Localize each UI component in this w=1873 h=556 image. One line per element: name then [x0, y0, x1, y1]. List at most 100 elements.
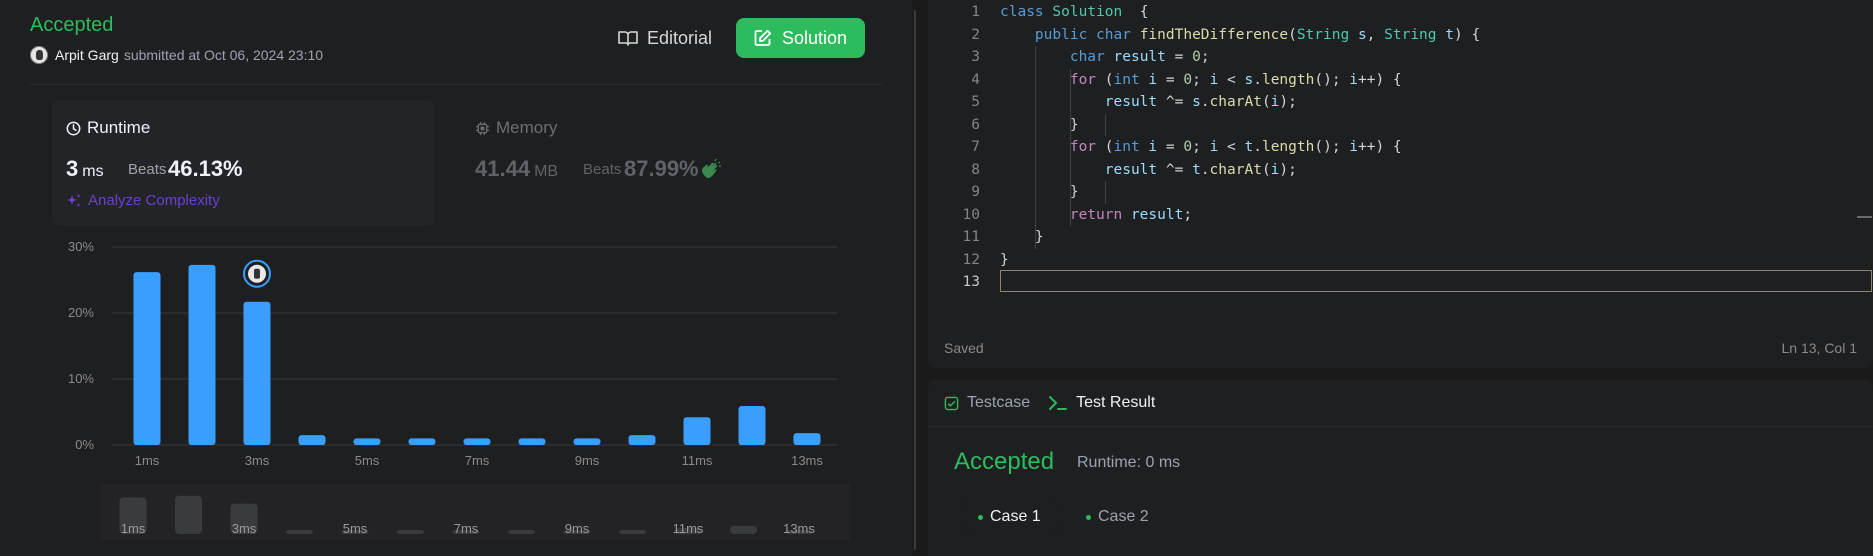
analyze-complexity-link[interactable]: Analyze Complexity — [66, 192, 220, 209]
mini-overview-chart[interactable]: 1ms 3ms 5ms 7ms 9ms 11ms 13ms — [100, 484, 850, 540]
submitter-info: Arpit Garg submitted at Oct 06, 2024 23:… — [30, 46, 323, 64]
x-tick-label: 13ms — [791, 453, 823, 468]
x-tick-label: 9ms — [575, 453, 600, 468]
case-2-tab[interactable]: Case 2 — [1070, 500, 1165, 534]
x-tick-label: 7ms — [465, 453, 490, 468]
result-runtime: Runtime: 0 ms — [1077, 454, 1181, 471]
runtime-value: 3 ms — [66, 156, 104, 181]
code-editor[interactable]: 1 class Solution { 2 public char findTheDi… — [928, 0, 1873, 368]
test-result-panel: Testcase Test Result Accepted Runtime: 0… — [928, 380, 1873, 556]
mini-x-label: 13ms — [783, 521, 815, 536]
code-line[interactable]: 1 class Solution { — [928, 1, 1873, 24]
code-text[interactable]: class Solution { — [1000, 4, 1148, 20]
tabs-divider — [928, 426, 1873, 427]
submission-status: Accepted — [30, 14, 114, 36]
chart-bar[interactable] — [408, 438, 436, 445]
clock-icon — [66, 121, 81, 135]
chart-bar[interactable] — [463, 438, 491, 445]
chip-icon — [475, 121, 490, 135]
chart-bar[interactable] — [738, 406, 766, 445]
result-status: Accepted — [954, 448, 1055, 475]
chart-bar[interactable] — [683, 417, 711, 445]
chart-bar[interactable] — [628, 435, 656, 445]
cursor-position: Ln 13, Col 1 — [1781, 340, 1858, 356]
memory-beats-percent: 87.99% — [624, 156, 699, 181]
y-tick-label: 0% — [75, 437, 94, 452]
mini-x-label: 5ms — [343, 521, 368, 536]
code-line[interactable]: 2 public char findTheDifference(String s… — [928, 24, 1873, 47]
editorial-button[interactable]: Editorial — [604, 18, 726, 58]
clap-icon — [701, 159, 721, 178]
code-text[interactable]: } — [1000, 252, 1009, 268]
memory-beats-label: Beats — [583, 161, 622, 178]
line-number: 7 — [971, 139, 980, 156]
line-number: 11 — [962, 229, 980, 246]
tab-testcase-label: Testcase — [967, 394, 1031, 411]
scrollbar-marker[interactable] — [1857, 216, 1872, 218]
chart-bar[interactable] — [298, 435, 326, 445]
submitted-time: submitted at Oct 06, 2024 23:10 — [123, 47, 324, 63]
code-text[interactable]: } — [1000, 229, 1044, 245]
code-line[interactable]: 11 } — [928, 226, 1873, 249]
code-text[interactable]: char result = 0; — [1000, 49, 1210, 65]
editor-status-bar: Saved Ln 13, Col 1 — [928, 336, 1873, 368]
line-number: 1 — [971, 4, 980, 21]
code-line[interactable]: 12} — [928, 249, 1873, 272]
save-status: Saved — [944, 340, 984, 356]
chart-bar[interactable] — [573, 438, 601, 445]
mini-bar — [175, 495, 202, 534]
line-number: 10 — [962, 206, 980, 223]
line-number: 2 — [971, 26, 980, 43]
case-1-label: Case 1 — [990, 508, 1041, 525]
chart-bar[interactable] — [793, 433, 821, 445]
case-1-tab[interactable]: Case 1 — [962, 500, 1057, 534]
y-tick-label: 20% — [68, 305, 94, 320]
submission-panel: Accepted Arpit Garg submitted at Oct 06,… — [0, 0, 912, 556]
pass-dot-icon — [1086, 514, 1091, 520]
memory-unit: MB — [534, 163, 559, 180]
tab-test-result-label: Test Result — [1076, 394, 1156, 411]
chart-bar[interactable] — [353, 438, 381, 445]
author-name[interactable]: Arpit Garg — [55, 47, 119, 63]
x-tick-label: 3ms — [245, 453, 270, 468]
checkbox-icon — [944, 396, 959, 410]
code-text[interactable]: for (int i = 0; i < s.length(); i++) { — [1000, 72, 1402, 88]
code-text[interactable]: result ^= s.charAt(i); — [1000, 94, 1297, 110]
avatar-figure — [254, 268, 260, 279]
current-line-highlight — [1000, 270, 1872, 292]
mini-x-label: 3ms — [232, 521, 257, 536]
chart-bar[interactable] — [188, 264, 216, 445]
code-text[interactable]: } — [1000, 184, 1079, 200]
line-number: 9 — [971, 184, 980, 201]
mini-x-label: 7ms — [454, 521, 479, 536]
memory-heading[interactable]: Memory — [475, 118, 557, 138]
code-text[interactable]: for (int i = 0; i < t.length(); i++) { — [1000, 139, 1402, 155]
mini-bar — [397, 530, 424, 534]
runtime-heading: Runtime — [66, 118, 150, 138]
chart-bar[interactable] — [133, 272, 161, 445]
code-text[interactable]: } — [1000, 117, 1079, 133]
chart-bar[interactable] — [243, 301, 271, 445]
mini-bar — [730, 525, 757, 534]
runtime-unit: ms — [82, 163, 104, 180]
runtime-distribution-chart[interactable]: 30% 20% 10% 0% 1ms 3ms 5ms 7ms 9ms 11ms 13ms — [52, 232, 862, 472]
case-2-label: Case 2 — [1098, 508, 1149, 525]
code-text[interactable]: result ^= t.charAt(i); — [1000, 162, 1297, 178]
terminal-icon — [1049, 396, 1068, 410]
tab-test-result[interactable]: Test Result — [1048, 394, 1155, 412]
code-text[interactable]: return result; — [1000, 207, 1192, 223]
panel-splitter[interactable] — [912, 0, 928, 556]
chart-bar[interactable] — [518, 438, 546, 445]
line-number: 3 — [971, 49, 980, 66]
solution-button[interactable]: Solution — [736, 18, 865, 58]
mini-x-label: 9ms — [565, 521, 590, 536]
result-tabs: Testcase Test Result — [944, 394, 1155, 412]
line-number: 8 — [971, 161, 980, 178]
mini-x-label: 1ms — [121, 521, 146, 536]
avatar[interactable] — [30, 46, 48, 64]
mini-bar — [619, 530, 646, 534]
code-text[interactable]: public char findTheDifference(String s, … — [1000, 27, 1480, 43]
mini-x-label: 11ms — [673, 521, 704, 536]
code-line[interactable]: 3 char result = 0; — [928, 46, 1873, 69]
tab-testcase[interactable]: Testcase — [944, 394, 1030, 412]
